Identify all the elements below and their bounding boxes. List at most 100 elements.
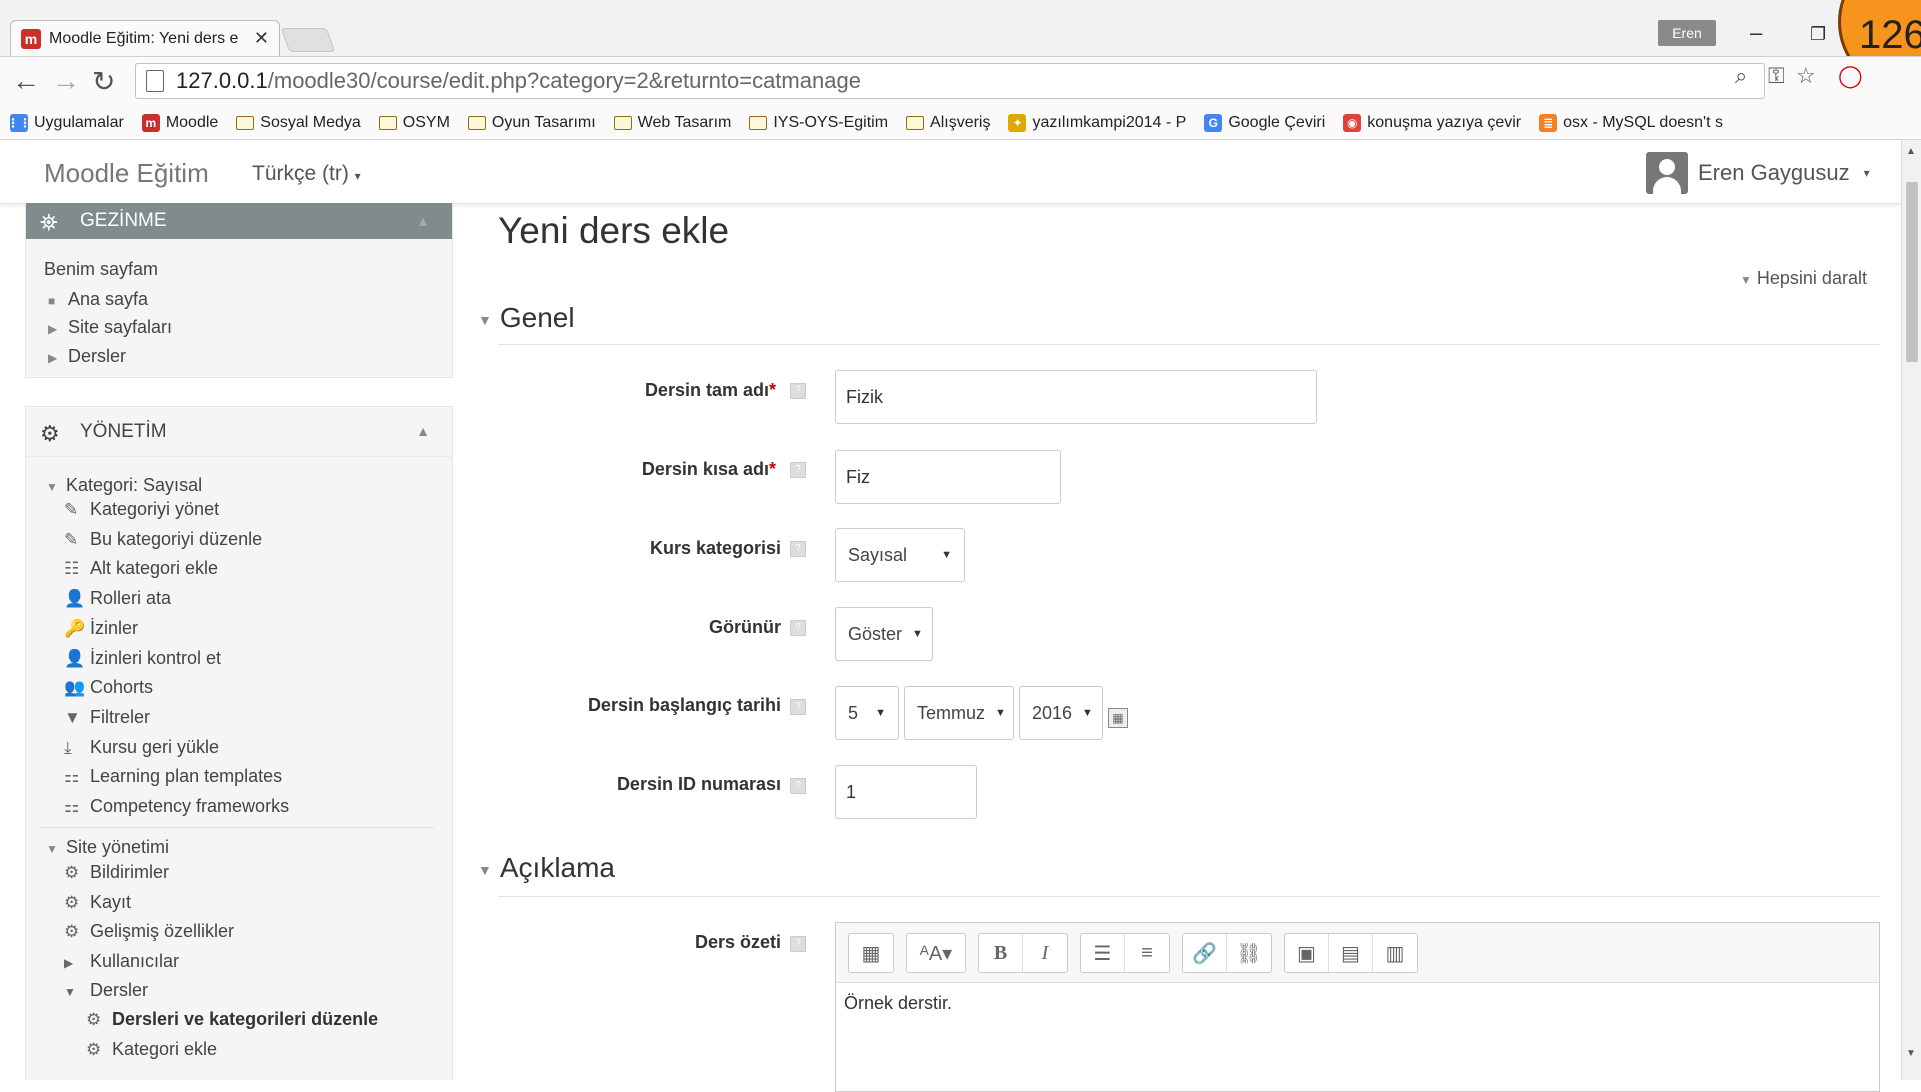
category-item[interactable]: ✎ Bu kategoriyi düzenle [64, 529, 262, 550]
help-icon[interactable]: ? [790, 778, 806, 794]
language-menu[interactable]: Türkçe (tr) ▾ [252, 162, 361, 186]
star-icon[interactable]: ☆ [1796, 63, 1816, 89]
close-tab-icon[interactable]: ✕ [254, 28, 269, 49]
category-select[interactable]: Sayısal ▼ [835, 528, 965, 582]
shortname-label: Dersin kısa adı* [376, 459, 776, 480]
category-item[interactable]: ⤓ Kursu geri yükle [64, 737, 219, 758]
site-brand[interactable]: Moodle Eğitim [44, 158, 209, 189]
scroll-up-icon[interactable]: ▲ [1906, 146, 1916, 157]
minimize-icon[interactable]: – [1750, 20, 1762, 46]
key-icon: 🔑 [64, 618, 86, 638]
start-month-select[interactable]: Temmuz ▼ [904, 686, 1014, 740]
courses-sub-item[interactable]: ⚙ Dersleri ve kategorileri düzenle [86, 1009, 378, 1030]
bookmark-item[interactable]: IYS-OYS-Egitim [749, 114, 888, 132]
back-icon[interactable]: ← [12, 65, 40, 97]
bookmark-item[interactable]: Oyun Tasarımı [467, 114, 596, 132]
start-day-select[interactable]: 5 ▼ [835, 686, 899, 740]
category-item[interactable]: ⚏ Competency frameworks [64, 796, 289, 817]
vertical-scrollbar[interactable]: ▲ ▼ [1901, 140, 1921, 1080]
site-admin-item[interactable]: ⚙ Bildirimler [64, 862, 169, 883]
unordered-list-icon[interactable]: ☰ [1081, 934, 1125, 972]
help-icon[interactable]: ? [790, 699, 806, 715]
section-general-header[interactable]: ▼ Genel [478, 302, 575, 334]
site-admin-heading[interactable]: ▼ Site yönetimi [46, 837, 169, 858]
category-item[interactable]: 👤 Rolleri ata [64, 588, 171, 609]
administration-block-header[interactable]: ⚙ YÖNETİM ▲ [26, 407, 452, 457]
zoom-icon[interactable]: ⌕ [1735, 63, 1747, 89]
calendar-icon[interactable]: ▦ [1108, 708, 1128, 728]
site-admin-item[interactable]: ⚙ Gelişmiş özellikler [64, 921, 234, 942]
site-admin-item[interactable]: ▼ Dersler [64, 980, 148, 1001]
help-icon[interactable]: ? [790, 936, 806, 952]
file-manager-icon[interactable]: ▥ [1373, 934, 1417, 972]
opera-icon[interactable]: ◯ [1838, 63, 1863, 89]
navigation-block-header[interactable]: ⛯ GEZİNME ▲ [26, 203, 452, 239]
bookmark-item[interactable]: Alışveriş [906, 114, 990, 132]
bookmark-item[interactable]: ≣ osx - MySQL doesn't s [1539, 113, 1723, 132]
site-admin-item[interactable]: ⚙ Kayıt [64, 892, 131, 913]
fullname-input[interactable]: Fizik [835, 370, 1317, 424]
bold-icon[interactable]: B [979, 934, 1023, 972]
bookmark-item[interactable]: ◉ konuşma yazıya çevir [1343, 113, 1521, 132]
bookmark-item[interactable]: ⋮⋮ Uygulamalar [7, 113, 124, 132]
link-icon[interactable]: 🔗 [1183, 934, 1227, 972]
nav-item-site-pages[interactable]: ▶ Site sayfaları [48, 317, 172, 338]
help-icon[interactable]: ? [790, 462, 806, 478]
bookmark-item[interactable]: m Moodle [141, 113, 218, 132]
summary-editor[interactable]: ▦ ᴬA▾ BI ☰ ≡ 🔗 ⛓ ▣ ▤ ▥ Örnek derstir. [835, 922, 1880, 1092]
site-admin-item[interactable]: ▶ Kullanıcılar [64, 951, 179, 972]
category-item[interactable]: ☷ Alt kategori ekle [64, 558, 218, 579]
visible-select[interactable]: Göster ▼ [835, 607, 933, 661]
nav-item-courses[interactable]: ▶ Dersler [48, 346, 126, 367]
start-year-select[interactable]: 2016 ▼ [1019, 686, 1103, 740]
collapse-all-link[interactable]: ▼ Hepsini daralt [1740, 268, 1867, 289]
category-item[interactable]: 👥 Cohorts [64, 677, 153, 698]
nav-item-home[interactable]: ■ Ana sayfa [48, 289, 148, 310]
unlink-icon[interactable]: ⛓ [1227, 934, 1271, 972]
image-icon[interactable]: ▣ [1285, 934, 1329, 972]
category-item[interactable]: ▼ Filtreler [64, 707, 150, 728]
forward-icon[interactable]: → [52, 65, 80, 97]
translate-icon: G [1204, 113, 1223, 132]
scrollbar-thumb[interactable] [1906, 182, 1918, 362]
italic-icon[interactable]: I [1023, 934, 1067, 972]
ordered-list-icon[interactable]: ≡ [1125, 934, 1169, 972]
help-icon[interactable]: ? [790, 620, 806, 636]
page-title: Yeni ders ekle [498, 210, 730, 251]
reload-icon[interactable]: ↻ [92, 65, 115, 98]
help-icon[interactable]: ? [790, 383, 806, 399]
category-item[interactable]: 🔑 İzinler [64, 618, 138, 639]
bookmark-label: IYS-OYS-Egitim [773, 113, 889, 131]
category-item[interactable]: ✎ Kategoriyi yönet [64, 499, 219, 520]
media-icon[interactable]: ▤ [1329, 934, 1373, 972]
user-menu[interactable]: Eren Gaygusuz ▾ [1646, 152, 1870, 194]
category-item[interactable]: 👤 İzinleri kontrol et [64, 648, 221, 669]
collapse-icon[interactable]: ▲ [416, 423, 430, 439]
profile-chip[interactable]: Eren [1658, 20, 1716, 46]
collapse-icon[interactable]: ▲ [416, 213, 430, 229]
category-item[interactable]: ⚏ Learning plan templates [64, 766, 282, 787]
restore-icon[interactable]: ❐ [1810, 24, 1826, 45]
paragraph-style-icon[interactable]: ᴬA▾ [907, 934, 965, 972]
toolbar-toggle-icon[interactable]: ▦ [849, 934, 893, 972]
address-bar[interactable]: 127.0.0.1/moodle30/course/edit.php?categ… [135, 63, 1765, 99]
user-check-icon: 👤 [64, 648, 86, 668]
help-icon[interactable]: ? [790, 541, 806, 557]
section-description-header[interactable]: ▼ Açıklama [478, 852, 615, 884]
new-tab-button[interactable] [280, 28, 336, 52]
idnumber-input[interactable]: 1 [835, 765, 977, 819]
nav-item-my-page[interactable]: Benim sayfam [44, 259, 158, 280]
scroll-down-icon[interactable]: ▼ [1906, 1048, 1916, 1059]
bookmark-item[interactable]: OSYM [378, 114, 450, 132]
bookmark-item[interactable]: ✦ yazılımkampi2014 - P [1008, 113, 1186, 132]
triangle-down-icon: ▼ [1740, 273, 1752, 287]
editor-content[interactable]: Örnek derstir. [836, 983, 1879, 1024]
shortname-input[interactable]: Fiz [835, 450, 1061, 504]
key-icon[interactable]: ⚿ [1768, 63, 1785, 89]
courses-sub-item[interactable]: ⚙ Kategori ekle [86, 1039, 217, 1060]
bookmark-item[interactable]: Web Tasarım [613, 114, 731, 132]
bookmark-item[interactable]: Sosyal Medya [236, 114, 361, 132]
bookmark-item[interactable]: G Google Çeviri [1204, 113, 1325, 132]
browser-tab[interactable]: m Moodle Eğitim: Yeni ders e ✕ [10, 20, 280, 56]
category-heading[interactable]: ▼ Kategori: Sayısal [46, 475, 202, 496]
